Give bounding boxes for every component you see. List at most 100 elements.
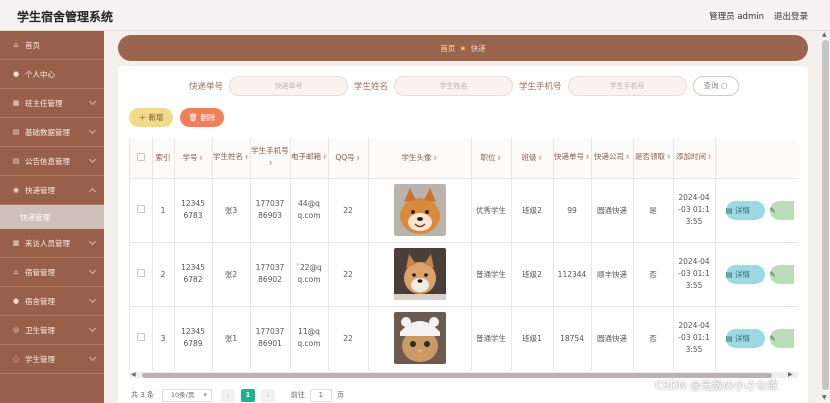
- actions-cell: ▤ 详情 ✎: [715, 178, 798, 243]
- search-icon: ○: [720, 81, 728, 90]
- sidebar-item-dorm-admin[interactable]: ⌂ 宿管管理: [0, 258, 104, 287]
- column-header[interactable]: 学生头像⬍: [368, 138, 472, 179]
- goto-page-input[interactable]: 1: [309, 388, 332, 402]
- actions-cell: ▤ 详情 ✎: [715, 306, 798, 370]
- sidebar-item-notice[interactable]: ▤ 公告信息管理: [0, 147, 104, 176]
- table-row: 2 123456782 张2 17703786902 `22@qq.com 22…: [130, 242, 798, 307]
- sidebar-item-basic-data[interactable]: ▤ 基础数据管理: [0, 118, 104, 147]
- table-row: 3 123456789 张1 17703786901 11@qq.com 22 …: [130, 306, 798, 370]
- table-row: 1 123456783 张3 17703786903 44@qq.com 22 …: [130, 178, 798, 243]
- avatar: [393, 312, 446, 364]
- chevron-up-icon: [88, 187, 97, 196]
- select-all-checkbox[interactable]: [130, 138, 153, 179]
- folder-icon: ▤: [12, 128, 20, 136]
- sort-icon: ⬍: [665, 154, 672, 162]
- detail-button[interactable]: ▤ 详情: [725, 328, 765, 348]
- student-icon: ◌: [12, 355, 20, 363]
- next-page-button[interactable]: ›: [260, 388, 275, 402]
- column-header[interactable]: 电子邮箱⬍: [290, 138, 329, 179]
- column-header[interactable]: 职位⬍: [471, 138, 512, 179]
- sidebar-item-home[interactable]: ⌂ 首页: [0, 31, 104, 60]
- delete-button[interactable]: 🗑 删除: [180, 108, 224, 127]
- current-page-button[interactable]: 1: [240, 388, 255, 402]
- edit-button[interactable]: ✎: [769, 200, 794, 220]
- scroll-right-icon[interactable]: ▶: [788, 371, 793, 378]
- document-icon: ▤: [725, 205, 733, 215]
- sort-icon: ⬍: [496, 155, 502, 163]
- document-icon: ▤: [725, 333, 733, 343]
- student-phone-label: 学生手机号: [519, 82, 562, 92]
- breadcrumb-home[interactable]: 首页: [440, 43, 455, 54]
- column-header[interactable]: 快递单号⬍: [553, 138, 592, 179]
- row-checkbox[interactable]: [130, 178, 153, 243]
- sidebar-item-headteacher[interactable]: ▦ 班主任管理: [0, 89, 104, 118]
- current-user: 管理员 admin: [709, 12, 764, 22]
- student-name-label: 学生姓名: [354, 82, 389, 92]
- detail-button[interactable]: ▤ 详情: [725, 200, 765, 220]
- row-checkbox[interactable]: [130, 242, 153, 307]
- sort-icon: ⬍: [267, 160, 274, 168]
- student-phone-input[interactable]: 学生手机号: [567, 76, 687, 96]
- star-icon: ★: [459, 43, 467, 53]
- scroll-down-icon[interactable]: ▼: [822, 394, 827, 401]
- detail-button[interactable]: ▤ 详情: [725, 264, 765, 284]
- scroll-up-icon[interactable]: ▲: [822, 31, 827, 38]
- edit-icon: ✎: [769, 269, 776, 279]
- chevron-down-icon: [88, 237, 97, 246]
- avatar: [393, 184, 446, 236]
- hygiene-icon: ◎: [12, 326, 20, 334]
- logout-link[interactable]: 退出登录: [774, 10, 808, 22]
- sidebar-item-express[interactable]: ◉ 快递管理: [0, 176, 104, 205]
- tracking-label: 快递单号: [189, 82, 224, 92]
- column-header: 索引: [152, 138, 175, 179]
- chevron-down-icon: [88, 266, 97, 275]
- grid-icon: ▦: [12, 99, 20, 107]
- sort-icon: ⬍: [198, 155, 204, 163]
- column-header[interactable]: 是否领取⬍: [633, 138, 674, 179]
- goto-label: 前往: [290, 391, 305, 399]
- column-header[interactable]: 添加时间⬍: [673, 138, 716, 179]
- student-name-input[interactable]: 学生姓名: [394, 76, 514, 96]
- avatar-cell: [368, 178, 472, 243]
- column-header[interactable]: 学生姓名⬍: [212, 138, 251, 179]
- chevron-down-icon: [88, 353, 97, 362]
- edit-button[interactable]: ✎: [769, 264, 794, 284]
- edit-icon: ✎: [769, 333, 776, 343]
- column-header[interactable]: 学号⬍: [174, 138, 213, 179]
- sidebar-item-hygiene[interactable]: ◎ 卫生管理: [0, 316, 104, 345]
- trash-icon: 🗑: [188, 113, 199, 122]
- chevron-down-icon: [88, 324, 97, 333]
- tracking-input[interactable]: 快递单号: [229, 76, 349, 96]
- column-header[interactable]: 学生手机号⬍: [250, 138, 291, 179]
- user-icon: ●: [12, 70, 20, 78]
- sidebar-item-student[interactable]: ◌ 学生管理: [0, 345, 104, 374]
- plus-icon: ＋: [138, 113, 147, 122]
- total-count: 共 3 条: [131, 391, 154, 399]
- sidebar-item-dorm[interactable]: ● 宿舍管理: [0, 287, 104, 316]
- scroll-left-icon[interactable]: ◀: [131, 371, 136, 378]
- chevron-down-icon: [88, 126, 97, 135]
- sidebar-item-profile[interactable]: ● 个人中心: [0, 60, 104, 89]
- page-suffix: 页: [336, 391, 344, 399]
- sort-icon: ⬍: [321, 154, 328, 162]
- home-icon: ⌂: [13, 41, 19, 49]
- column-header[interactable]: 快递公司⬍: [591, 138, 634, 179]
- sort-icon: ⬍: [624, 154, 631, 162]
- add-button[interactable]: ＋ 新增: [129, 108, 173, 127]
- column-header[interactable]: 班级⬍: [511, 138, 554, 179]
- page-size-select[interactable]: 10条/页: [161, 388, 212, 402]
- vertical-scroll-thumb[interactable]: [822, 40, 829, 390]
- prev-page-button[interactable]: ‹: [220, 388, 235, 402]
- sort-icon: ⬍: [584, 154, 591, 162]
- sort-icon: ⬍: [243, 154, 250, 162]
- sidebar-subitem-express[interactable]: 快递管理: [0, 205, 104, 229]
- edit-button[interactable]: ✎: [769, 328, 794, 348]
- row-checkbox[interactable]: [130, 306, 153, 370]
- sidebar-item-visitor[interactable]: ▦ 来访人员管理: [0, 229, 104, 258]
- dorm-icon: ●: [12, 297, 20, 305]
- chevron-down-icon: [88, 155, 97, 164]
- column-header[interactable]: QQ号⬍: [328, 138, 369, 179]
- notice-icon: ▤: [12, 157, 20, 165]
- search-button[interactable]: 查询 ○: [692, 76, 739, 96]
- sort-icon: ⬍: [537, 155, 543, 163]
